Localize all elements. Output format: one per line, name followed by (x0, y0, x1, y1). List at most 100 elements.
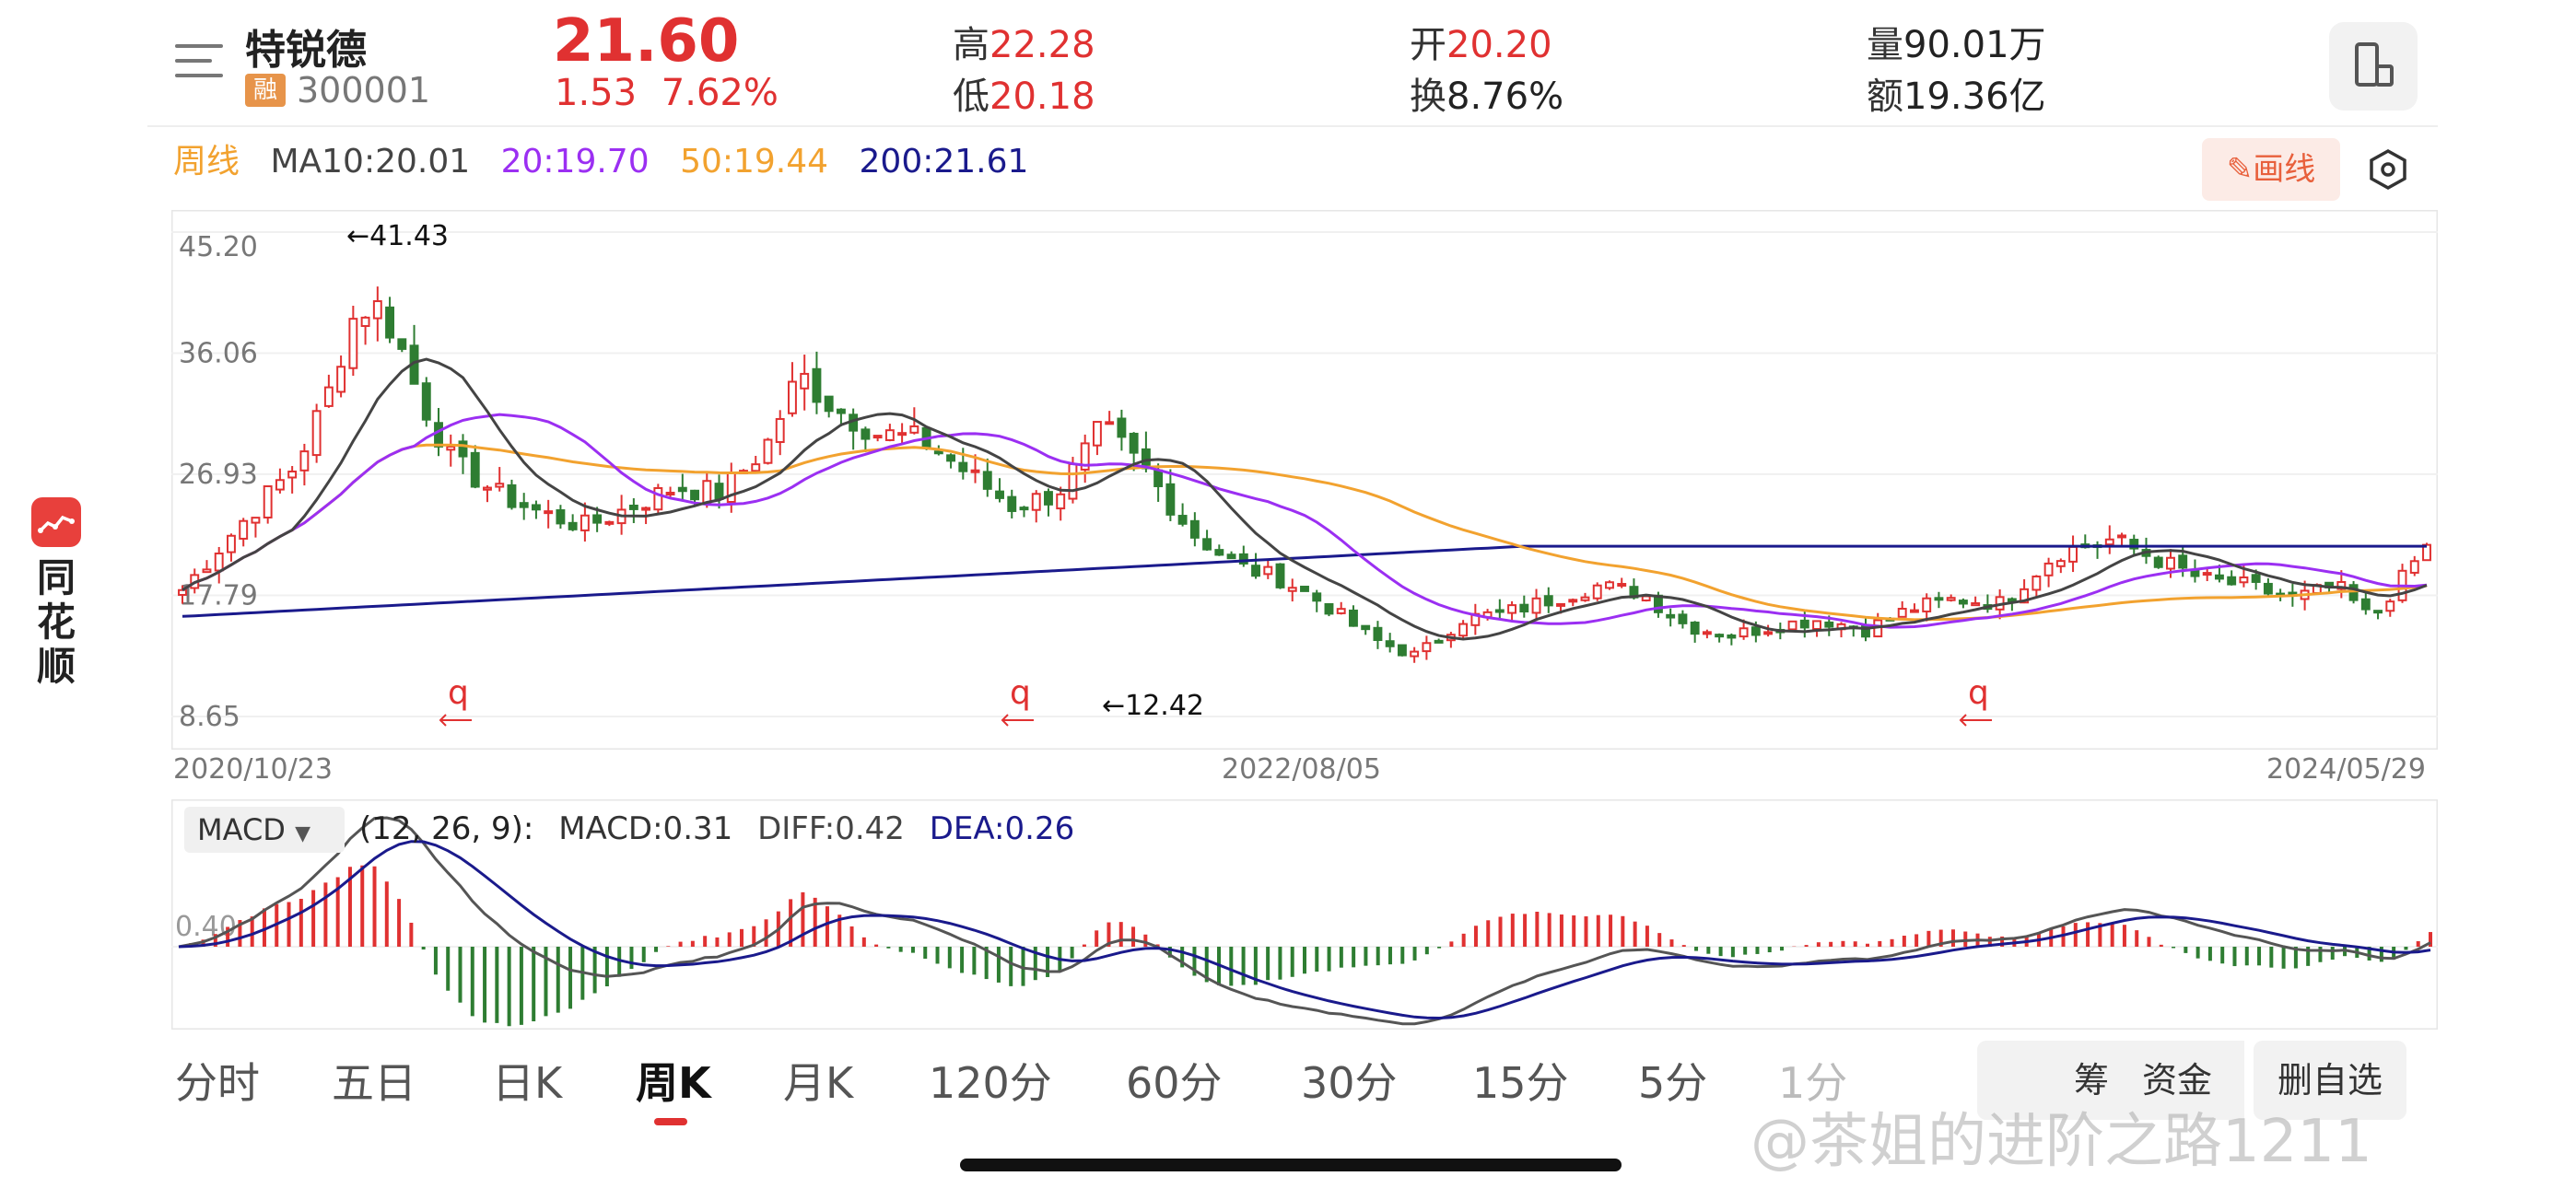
candle-body (1751, 626, 1761, 636)
tab-120min[interactable]: 120分 (929, 1050, 1052, 1111)
candle-body (2068, 545, 2078, 563)
candle-body (702, 480, 712, 504)
candle-body (2190, 569, 2200, 577)
q-marker: q (448, 674, 469, 712)
ma200-value: 200:21.61 (859, 143, 1029, 181)
candle-body (958, 461, 968, 472)
menu-icon[interactable] (175, 41, 223, 81)
ma10-line (181, 357, 2428, 641)
tab-weekly-k[interactable]: 周K (636, 1050, 711, 1111)
tab-5min[interactable]: 5分 (1638, 1050, 1707, 1111)
candle-body (641, 507, 651, 511)
turnover-value: 8.76% (1446, 76, 1564, 118)
candle-body (1105, 421, 1115, 425)
candle-body (897, 432, 907, 437)
candle-body (1617, 583, 1627, 588)
candle-body (1031, 493, 1041, 511)
candle-body (824, 395, 834, 413)
tab-daily-k[interactable]: 日K (492, 1050, 562, 1111)
watermark: @茶姐的进阶之路1211 (1751, 1108, 2372, 1176)
candle-body (1336, 608, 1346, 614)
candle-body (2166, 556, 2175, 570)
candle-body (1605, 581, 1614, 589)
kline-chart[interactable]: 45.2036.0626.9317.798.65←41.43←12.42q q q (171, 210, 2438, 750)
open-quote: 开20.20 (1410, 24, 1552, 66)
candle-body (1287, 587, 1297, 592)
candle-body (1397, 644, 1407, 657)
candle-body (982, 471, 992, 490)
candle-body (348, 318, 358, 369)
candle-body (1910, 609, 1919, 613)
candle-body (714, 483, 724, 500)
tab-15min[interactable]: 15分 (1472, 1050, 1569, 1111)
y-tick-label: 8.65 (179, 701, 240, 733)
candle-body (1641, 595, 1651, 601)
candle-body (275, 479, 285, 491)
macd-legend: (12, 26, 9): MACD:0.31 DIFF:0.42 DEA:0.2… (359, 810, 1089, 847)
candle-body (507, 483, 517, 508)
candle-body (1934, 597, 1944, 601)
candle-body (1519, 603, 1529, 612)
candle-body (287, 470, 298, 479)
low-value: 20.18 (989, 76, 1095, 118)
candle-body (2043, 562, 2054, 577)
candle-body (397, 338, 407, 350)
candle-body (1068, 462, 1078, 500)
candle-body (653, 487, 663, 511)
candle-body (1715, 634, 1725, 638)
candle-body (2239, 576, 2249, 584)
candle-body (2251, 574, 2261, 583)
candle-body (251, 517, 261, 524)
tab-intraday[interactable]: 分时 (175, 1050, 260, 1111)
hexagon-settings-icon[interactable] (2366, 147, 2410, 192)
tab-30min[interactable]: 30分 (1301, 1050, 1398, 1111)
candle-body (2055, 560, 2066, 567)
candle-body (1251, 565, 1260, 577)
draw-line-button[interactable]: ✎画线 (2202, 138, 2340, 201)
app-name: 同 花 顺 (37, 555, 76, 689)
ma10-value: MA10:20.01 (270, 143, 471, 181)
candle-body (1971, 602, 1981, 607)
candle-body (836, 408, 846, 414)
tab-monthly-k[interactable]: 月K (783, 1050, 853, 1111)
volume-quote: 量90.01万 (1867, 24, 2046, 66)
tab-five-day[interactable]: 五日 (332, 1050, 416, 1111)
high-value: 22.28 (989, 24, 1095, 66)
candle-body (1434, 639, 1444, 644)
candle-body (372, 300, 382, 320)
candle-body (933, 450, 943, 455)
candle-body (2032, 575, 2042, 591)
candle-body (1739, 627, 1749, 638)
candle-body (1678, 613, 1688, 624)
stock-code: 300001 (297, 70, 431, 111)
candle-body (2263, 582, 2273, 595)
candle-body (1214, 549, 1224, 556)
open-value: 20.20 (1446, 24, 1552, 66)
candle-body (1056, 493, 1066, 510)
home-indicator[interactable] (960, 1159, 1622, 1171)
candle-body (1422, 642, 1432, 653)
candle-body (1799, 619, 1809, 629)
low-quote: 低20.18 (953, 76, 1095, 118)
candle-body (1727, 634, 1737, 639)
candle-body (421, 382, 431, 421)
indicator-selector[interactable]: MACD ▼ (184, 807, 345, 853)
candle-body (1189, 519, 1200, 539)
q-marker: q (1968, 674, 1989, 712)
candle-body (2214, 574, 2224, 580)
candle-body (970, 469, 980, 473)
candle-body (1897, 607, 1907, 618)
candle-body (1568, 599, 1578, 603)
period-label[interactable]: 周线 (173, 143, 240, 181)
stock-name: 特锐德 (245, 27, 367, 74)
candle-body (1507, 604, 1517, 614)
candle-body (1349, 609, 1358, 627)
candle-body (446, 445, 456, 451)
tab-60min[interactable]: 60分 (1126, 1050, 1223, 1111)
candle-body (360, 316, 370, 328)
candle-body (519, 502, 529, 508)
device-switch-icon[interactable] (2329, 22, 2418, 111)
ma-legend: 周线 MA10:20.01 20:19.70 50:19.44 200:21.6… (173, 134, 1048, 182)
candle-body (2385, 600, 2395, 612)
candle-body (861, 428, 871, 440)
